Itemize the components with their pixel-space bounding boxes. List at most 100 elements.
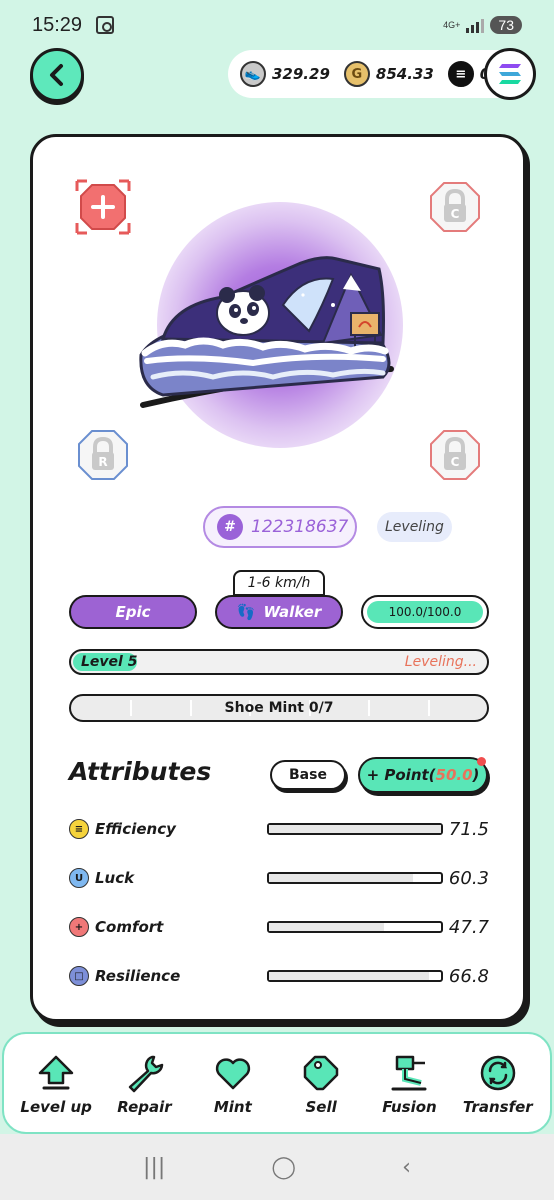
status-right: 4G+ 73 — [443, 16, 522, 34]
point-suffix: ) — [472, 766, 480, 784]
attribute-fill — [269, 923, 385, 931]
svg-text:R: R — [98, 455, 107, 469]
attribute-name: Luck — [95, 869, 135, 887]
socket-locked-bottom-left[interactable]: R — [73, 425, 133, 485]
chevron-left-icon — [50, 64, 63, 86]
solana-coin-icon: ≡ — [447, 61, 474, 87]
system-nav-bar: ||| ◯ ‹ — [0, 1134, 554, 1200]
attribute-value: 71.5 — [448, 818, 489, 840]
notification-dot — [477, 757, 486, 766]
shoe-state-badge: Leveling — [377, 512, 452, 542]
attribute-row-efficiency: ≡ Efficiency 71.5 — [69, 815, 489, 843]
shoe-type-badge: 👣 Walker — [215, 595, 343, 629]
gmt-balance: G 854.33 — [343, 61, 434, 87]
signal-icon — [466, 17, 485, 33]
hammer-icon — [391, 1055, 427, 1091]
tag-icon — [303, 1055, 339, 1091]
recent-apps-button[interactable]: ||| — [143, 1155, 165, 1180]
socket-add-button[interactable] — [73, 177, 133, 237]
gst-coin-icon: 👟 — [240, 61, 266, 87]
nav-label: Transfer — [462, 1098, 533, 1116]
base-toggle-button[interactable]: Base — [270, 760, 346, 790]
point-prefix: + Point( — [366, 766, 436, 784]
nav-label: Mint — [213, 1098, 252, 1116]
fusion-button[interactable]: Fusion — [367, 1050, 451, 1116]
gmt-amount: 854.33 — [375, 65, 434, 83]
screenshot-icon — [96, 16, 115, 34]
attribute-fill — [269, 874, 414, 882]
back-button[interactable] — [30, 48, 84, 102]
shoe-type-label: Walker — [263, 603, 322, 621]
battery-indicator: 73 — [490, 16, 522, 34]
attribute-row-resilience: □ Resilience 66.8 — [69, 962, 489, 990]
nav-label: Repair — [117, 1098, 172, 1116]
point-value: 50.0 — [435, 766, 473, 784]
system-back-button[interactable]: ‹ — [402, 1155, 411, 1180]
svg-text:C: C — [451, 455, 460, 469]
attribute-bar — [267, 921, 443, 933]
efficiency-icon: ≡ — [69, 819, 89, 839]
attribute-value: 66.8 — [448, 965, 489, 987]
luck-icon: U — [69, 868, 89, 888]
hash-icon: # — [217, 514, 243, 540]
level-label: Level 5 — [81, 654, 138, 670]
attribute-bar — [267, 823, 443, 835]
plus-octagon-icon — [75, 179, 131, 235]
transfer-button[interactable]: Transfer — [456, 1050, 540, 1116]
sneaker-card: C R C # 122318637 Leveling 1-6 km/h Epic… — [30, 134, 526, 1022]
mint-slot-divider — [130, 700, 133, 716]
lock-icon: R — [78, 430, 128, 480]
action-bar: Level up Repair Mint Sell Fusion Transfe… — [2, 1032, 552, 1134]
attribute-name: Comfort — [95, 918, 164, 936]
lock-icon: C — [430, 430, 480, 480]
mint-slot-divider — [368, 700, 371, 716]
attribute-row-comfort: + Comfort 47.7 — [69, 913, 489, 941]
level-progress-bar: Level 5 Leveling... — [69, 649, 489, 675]
home-button[interactable]: ◯ — [271, 1155, 296, 1180]
mint-count: Shoe Mint 0/7 — [224, 700, 334, 716]
heart-icon — [215, 1058, 250, 1090]
sell-button[interactable]: Sell — [279, 1050, 363, 1116]
status-bar: 15:29 4G+ 73 — [0, 0, 554, 50]
sneaker-image — [139, 256, 394, 408]
comfort-icon: + — [69, 917, 89, 937]
mint-slot-divider — [189, 700, 192, 716]
rarity-badge: Epic — [69, 595, 197, 629]
nav-label: Level up — [20, 1098, 92, 1116]
shoe-id: 122318637 — [251, 517, 349, 537]
clock: 15:29 — [32, 13, 83, 36]
attributes-title: Attributes — [69, 757, 212, 786]
balance-bar: 👟 329.29 G 854.33 ≡ 0 — [228, 48, 536, 100]
attribute-value: 47.7 — [448, 916, 489, 938]
level-status: Leveling... — [404, 654, 477, 670]
level-up-icon — [38, 1055, 74, 1090]
wrench-icon — [129, 1055, 164, 1093]
repair-button[interactable]: Repair — [102, 1050, 186, 1116]
socket-locked-bottom-right[interactable]: C — [425, 425, 485, 485]
mint-slot-divider — [427, 700, 430, 716]
shoe-id-badge[interactable]: # 122318637 — [203, 506, 357, 548]
transfer-icon — [480, 1055, 516, 1091]
gst-balance: 👟 329.29 — [240, 61, 330, 87]
solana-logo-icon — [499, 64, 521, 84]
add-point-button[interactable]: + Point(50.0) — [358, 757, 488, 793]
attribute-row-luck: U Luck 60.3 — [69, 864, 489, 892]
chain-switch-button[interactable] — [484, 48, 536, 100]
footprint-icon: 👣 — [236, 603, 256, 621]
nav-label: Sell — [305, 1098, 337, 1116]
mint-button[interactable]: Mint — [191, 1050, 275, 1116]
attribute-bar — [267, 872, 443, 884]
socket-locked-top-right[interactable]: C — [425, 177, 485, 237]
lock-icon: C — [430, 182, 480, 232]
level-up-button[interactable]: Level up — [14, 1050, 98, 1116]
speed-range: 1-6 km/h — [233, 570, 325, 596]
network-type: 4G+ — [443, 19, 461, 30]
attribute-name: Efficiency — [95, 820, 176, 838]
attribute-fill — [269, 825, 441, 833]
svg-text:C: C — [451, 207, 460, 221]
attribute-bar — [267, 970, 443, 982]
nav-label: Fusion — [382, 1098, 437, 1116]
durability-fill: 100.0/100.0 — [367, 601, 483, 623]
mint-progress-bar: Shoe Mint 0/7 — [69, 694, 489, 722]
durability-value: 100.0/100.0 — [388, 605, 462, 619]
